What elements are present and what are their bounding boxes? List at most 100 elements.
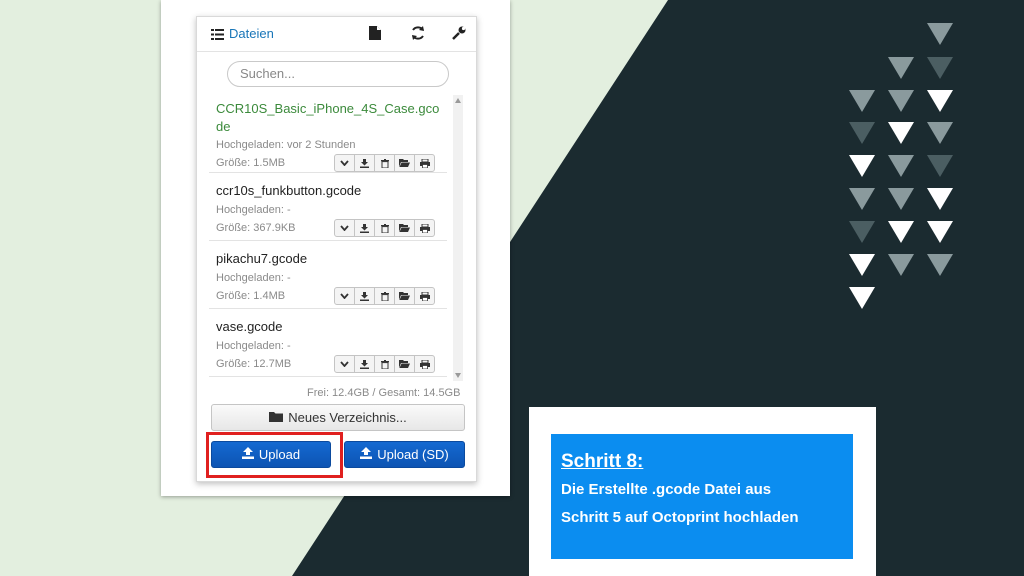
triangle-shape xyxy=(888,90,914,112)
files-panel: Dateien Suchen... CCR10S_Basic_iPhone_4S… xyxy=(196,16,477,482)
trash-button[interactable] xyxy=(374,287,395,305)
list-item[interactable]: pikachu7.gcode Hochgeladen: - Größe: 1.4… xyxy=(209,241,447,309)
wrench-icon[interactable] xyxy=(452,26,468,42)
folder-open-icon xyxy=(399,292,410,300)
list-item[interactable]: ccr10s_funkbutton.gcode Hochgeladen: - G… xyxy=(209,173,447,241)
new-folder-button[interactable]: Neues Verzeichnis... xyxy=(211,404,465,431)
download-button[interactable] xyxy=(354,154,375,172)
upload-sd-label: Upload (SD) xyxy=(377,447,449,462)
download-button[interactable] xyxy=(354,355,375,373)
chevron-down-button[interactable] xyxy=(334,287,355,305)
print-icon xyxy=(419,359,430,369)
chevron-down-icon xyxy=(340,361,349,367)
file-size: Größe: 1.4MB xyxy=(216,290,286,302)
triangle-shape xyxy=(888,188,914,210)
file-actions xyxy=(334,154,435,172)
triangle-shape xyxy=(849,188,875,210)
download-icon xyxy=(360,291,369,301)
list-item[interactable]: vase.gcode Hochgeladen: - Größe: 12.7MB xyxy=(209,309,447,377)
triangle-shape xyxy=(849,122,875,144)
file-uploaded: Hochgeladen: vor 2 Stunden xyxy=(216,139,356,151)
download-icon xyxy=(360,158,369,168)
upload-highlight-box xyxy=(206,432,343,478)
chevron-down-icon xyxy=(340,293,349,299)
scrollbar[interactable] xyxy=(453,95,463,381)
triangle-shape xyxy=(927,155,953,177)
step-title: Schritt 8: xyxy=(561,451,644,472)
folder-open-button[interactable] xyxy=(394,154,415,172)
chevron-down-button[interactable] xyxy=(334,154,355,172)
upload-sd-button[interactable]: Upload (SD) xyxy=(344,441,465,468)
trash-button[interactable] xyxy=(374,154,395,172)
print-button[interactable] xyxy=(414,355,435,373)
chevron-down-button[interactable] xyxy=(334,219,355,237)
triangle-shape xyxy=(849,155,875,177)
trash-button[interactable] xyxy=(374,355,395,373)
file-name[interactable]: vase.gcode xyxy=(216,318,441,336)
refresh-icon[interactable] xyxy=(411,26,427,42)
chevron-down-icon xyxy=(340,160,349,166)
folder-open-icon xyxy=(399,224,410,232)
file-name[interactable]: CCR10S_Basic_iPhone_4S_Case.gcode xyxy=(216,100,441,136)
new-folder-label: Neues Verzeichnis... xyxy=(288,410,407,425)
file-uploaded: Hochgeladen: - xyxy=(216,272,291,284)
download-button[interactable] xyxy=(354,287,375,305)
download-icon xyxy=(360,223,369,233)
folder-open-icon xyxy=(399,360,410,368)
download-button[interactable] xyxy=(354,219,375,237)
trash-icon xyxy=(380,223,389,233)
folder-open-button[interactable] xyxy=(394,287,415,305)
list-icon xyxy=(211,28,224,40)
trash-icon xyxy=(380,291,389,301)
folder-open-icon xyxy=(399,159,410,167)
triangle-shape xyxy=(888,57,914,79)
step-text-line2: Schritt 5 auf Octoprint hochladen xyxy=(561,509,799,526)
triangle-shape xyxy=(927,122,953,144)
triangle-shape xyxy=(849,254,875,276)
print-button[interactable] xyxy=(414,287,435,305)
file-size: Größe: 367.9KB xyxy=(216,222,296,234)
print-icon xyxy=(419,291,430,301)
trash-button[interactable] xyxy=(374,219,395,237)
print-icon xyxy=(419,158,430,168)
triangle-shape xyxy=(849,221,875,243)
triangle-shape xyxy=(927,254,953,276)
panel-header: Dateien xyxy=(197,17,476,52)
folder-open-button[interactable] xyxy=(394,355,415,373)
list-item[interactable]: CCR10S_Basic_iPhone_4S_Case.gcode Hochge… xyxy=(209,95,447,173)
folder-icon xyxy=(269,410,284,425)
download-icon xyxy=(360,359,369,369)
chevron-down-icon xyxy=(340,225,349,231)
print-button[interactable] xyxy=(414,154,435,172)
file-uploaded: Hochgeladen: - xyxy=(216,340,291,352)
chevron-down-button[interactable] xyxy=(334,355,355,373)
search-input[interactable]: Suchen... xyxy=(227,61,449,87)
triangle-shape xyxy=(927,221,953,243)
file-icon[interactable] xyxy=(369,26,385,42)
file-size: Größe: 12.7MB xyxy=(216,358,292,370)
triangle-shape xyxy=(927,23,953,45)
trash-icon xyxy=(380,158,389,168)
tab-files[interactable]: Dateien xyxy=(211,26,274,41)
file-uploaded: Hochgeladen: - xyxy=(216,204,291,216)
print-icon xyxy=(419,223,430,233)
file-name[interactable]: pikachu7.gcode xyxy=(216,250,441,268)
tab-files-label: Dateien xyxy=(229,26,274,41)
storage-info: Frei: 12.4GB / Gesamt: 14.5GB xyxy=(307,387,461,399)
triangle-shape xyxy=(888,254,914,276)
file-list[interactable]: CCR10S_Basic_iPhone_4S_Case.gcode Hochge… xyxy=(209,95,464,381)
step-text-line1: Die Erstellte .gcode Datei aus xyxy=(561,481,772,498)
triangle-shape xyxy=(888,155,914,177)
triangle-shape xyxy=(849,90,875,112)
triangle-shape xyxy=(927,57,953,79)
folder-open-button[interactable] xyxy=(394,219,415,237)
file-actions xyxy=(334,287,435,305)
file-name[interactable]: ccr10s_funkbutton.gcode xyxy=(216,182,441,200)
upload-icon xyxy=(360,447,373,462)
scroll-down-arrow-icon[interactable] xyxy=(455,373,461,378)
triangle-shape xyxy=(849,287,875,309)
triangle-shape xyxy=(888,221,914,243)
file-actions xyxy=(334,355,435,373)
print-button[interactable] xyxy=(414,219,435,237)
scroll-up-arrow-icon[interactable] xyxy=(455,98,461,103)
